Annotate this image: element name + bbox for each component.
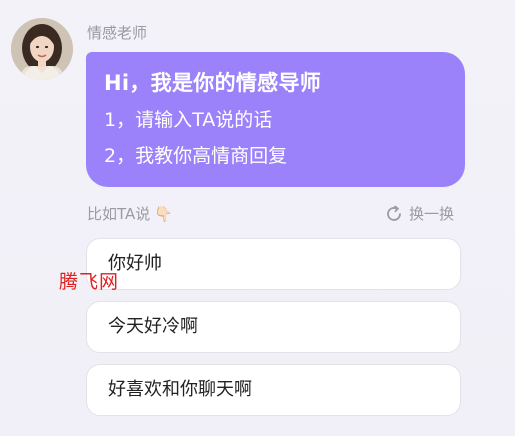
refresh-icon bbox=[387, 205, 401, 221]
woman-portrait-avatar bbox=[11, 18, 73, 80]
suggestions-label: 比如TA说 bbox=[87, 205, 151, 223]
suggestions-label-group: 比如TA说 👇🏻 bbox=[87, 203, 173, 225]
watermark-text: 腾飞网 bbox=[59, 272, 120, 293]
sender-name: 情感老师 bbox=[87, 24, 148, 42]
suggestions-header: 比如TA说 👇🏻 换一换 bbox=[87, 203, 465, 225]
pointing-down-hand-icon: 👇🏻 bbox=[154, 205, 173, 223]
message-bubble: Hi，我是你的情感导师 1，请输入TA说的话 2，我教你高情商回复 bbox=[86, 52, 465, 187]
message-line-1: 1，请输入TA说的话 bbox=[104, 109, 273, 131]
avatar[interactable] bbox=[11, 18, 73, 80]
message-title: Hi，我是你的情感导师 bbox=[104, 71, 322, 95]
suggestion-item[interactable]: 好喜欢和你聊天啊 bbox=[86, 364, 461, 416]
refresh-button[interactable]: 换一换 bbox=[385, 203, 454, 225]
refresh-label: 换一换 bbox=[408, 205, 454, 223]
message-line-2: 2，我教你高情商回复 bbox=[104, 145, 288, 167]
suggestion-item[interactable]: 你好帅 bbox=[86, 238, 461, 290]
suggestion-item[interactable]: 今天好冷啊 bbox=[86, 301, 461, 353]
